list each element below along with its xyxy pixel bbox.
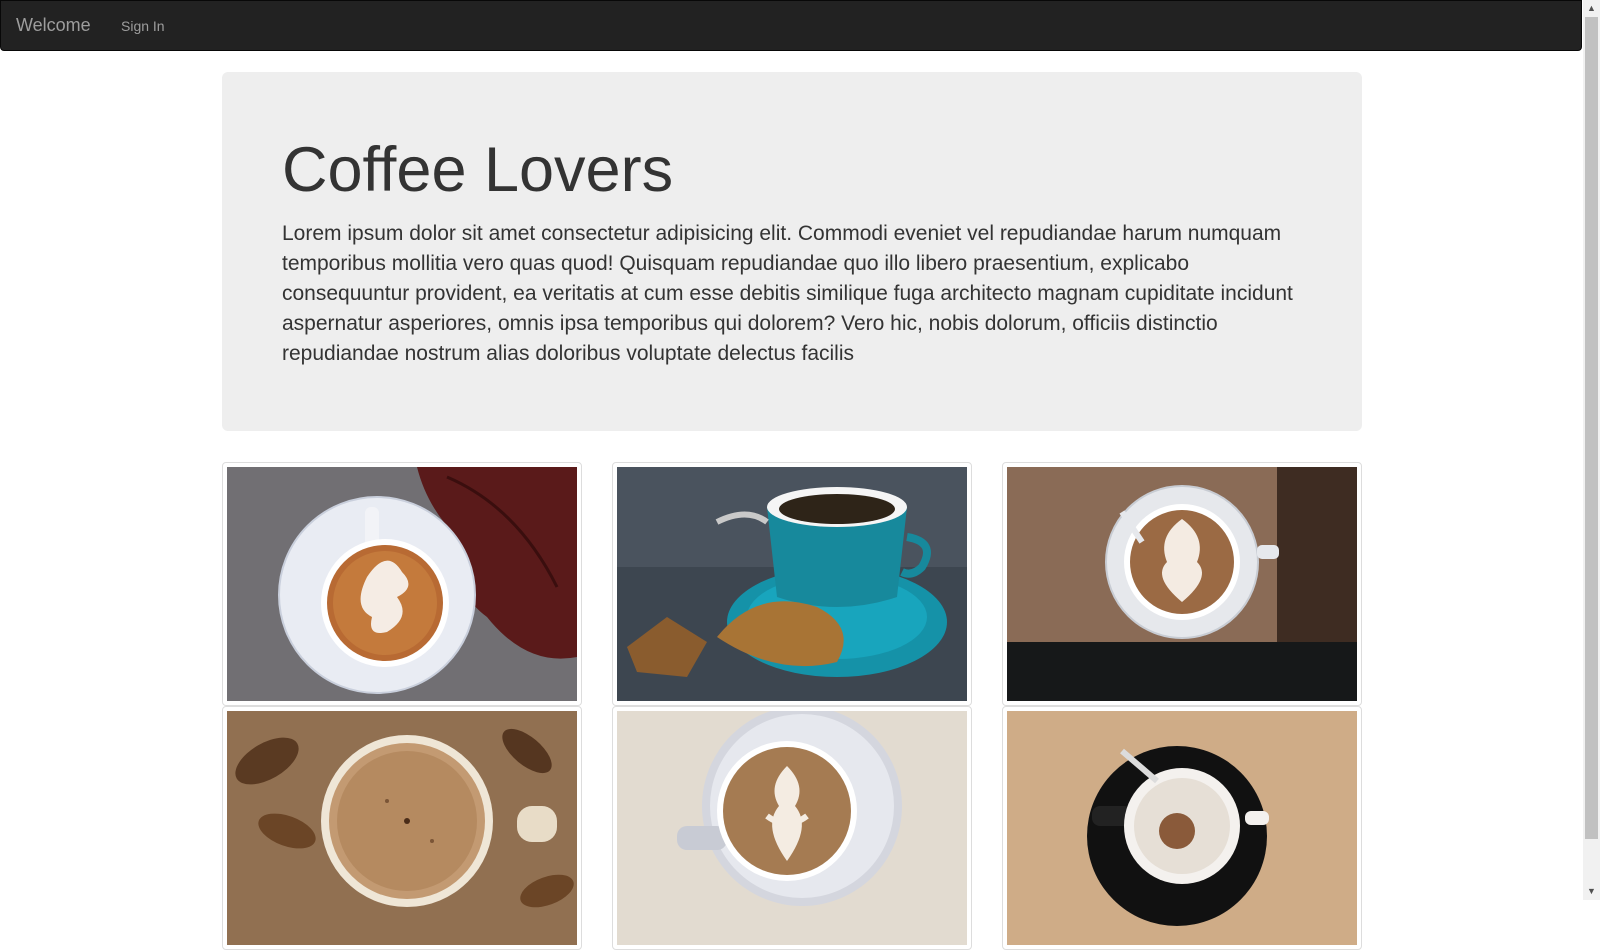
photo-thumbnail[interactable]: [612, 706, 972, 950]
coffee-photo: [227, 711, 577, 945]
coffee-photo: [1007, 467, 1357, 701]
hero-description: Lorem ipsum dolor sit amet consectetur a…: [282, 222, 1293, 366]
photo-thumbnail[interactable]: [1002, 462, 1362, 706]
brand-link[interactable]: Welcome: [16, 15, 91, 36]
scroll-down-arrow-icon[interactable]: ▼: [1583, 883, 1600, 900]
photo-thumbnail[interactable]: [612, 462, 972, 706]
coffee-photo: [617, 711, 967, 945]
scrollbar-thumb[interactable]: [1585, 17, 1598, 839]
photo-thumbnail[interactable]: [222, 462, 582, 706]
photo-thumbnail[interactable]: [1002, 706, 1362, 950]
photo-thumbnail[interactable]: [222, 706, 582, 950]
page-scrollbar[interactable]: ▲ ▼: [1583, 0, 1600, 900]
sign-in-link[interactable]: Sign In: [121, 18, 165, 34]
top-navbar: Welcome Sign In: [0, 0, 1582, 51]
hero-jumbotron: Coffee Lovers Lorem ipsum dolor sit amet…: [222, 72, 1362, 431]
coffee-photo: [1007, 711, 1357, 945]
page-title: Coffee Lovers: [282, 135, 674, 205]
coffee-photo: [227, 467, 577, 701]
coffee-photo: [617, 467, 967, 701]
scroll-up-arrow-icon[interactable]: ▲: [1583, 0, 1600, 17]
